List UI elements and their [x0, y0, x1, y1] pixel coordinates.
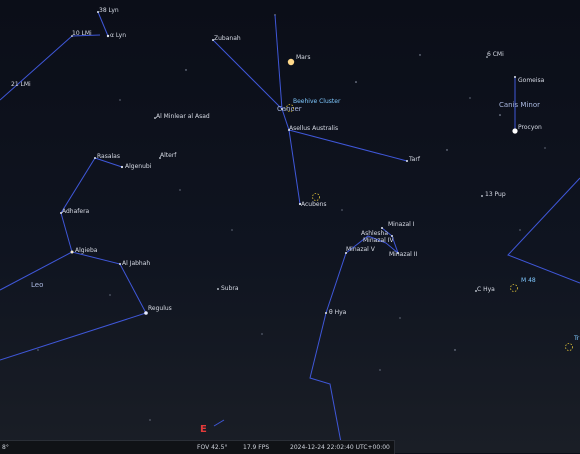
label-al-jabhah[interactable]: Al Jabhah	[122, 261, 150, 267]
procyon-star	[512, 128, 518, 134]
label-regulus[interactable]: Regulus	[148, 306, 172, 312]
label-minazal-v[interactable]: Minazal V	[346, 247, 375, 253]
status-datetime: 2024-12-24 22:02:40 UTC+00:00	[290, 444, 390, 451]
status-fov: FOV 42.5°	[197, 444, 228, 451]
label-algieba[interactable]: Algieba	[75, 248, 97, 254]
leo-lines	[0, 157, 147, 361]
label-alterf[interactable]: Alterf	[160, 153, 176, 159]
label-subra[interactable]: Subra	[221, 286, 239, 292]
cancer-lines-3	[288, 129, 408, 162]
m48-marker	[510, 284, 518, 292]
hydra-lines	[309, 227, 400, 453]
label-13-pup[interactable]: 13 Pup	[485, 192, 506, 198]
label-minazal-ii[interactable]: Minazal II	[389, 252, 417, 258]
label-leo[interactable]: Leo	[31, 282, 43, 289]
label-m48[interactable]: M 48	[521, 278, 536, 284]
cancer-lines	[212, 39, 301, 205]
label-minazal-i[interactable]: Minazal I	[388, 222, 415, 228]
label-10-lmi[interactable]: 10 LMi	[72, 31, 92, 37]
puppis-lines	[507, 177, 580, 284]
label-mars[interactable]: Mars	[296, 55, 310, 61]
label-rasalas[interactable]: Rasalas	[97, 154, 120, 160]
label-6-cmi[interactable]: 6 CMi	[487, 52, 504, 58]
label-asellus-australis[interactable]: Asellus Australis	[289, 126, 338, 132]
background-stars	[37, 14, 546, 421]
label-procyon[interactable]: Procyon	[518, 125, 542, 131]
constellation-lines	[0, 11, 580, 453]
label-algenubi[interactable]: Algenubi	[125, 164, 151, 170]
label-tr[interactable]: Tr	[574, 336, 579, 342]
status-left-value: 8°	[2, 444, 9, 451]
lynx-lines	[97, 11, 109, 37]
acubens-cluster-marker	[312, 193, 320, 201]
label-minazal-iv[interactable]: Minazal IV	[363, 238, 394, 244]
label-tarf[interactable]: Tarf	[409, 157, 420, 163]
status-bar: 8° FOV 42.5° 17.9 FPS 2024-12-24 22:02:4…	[0, 440, 395, 454]
compass-east-marker: E	[200, 424, 207, 435]
label-zubanah[interactable]: Zubanah	[214, 36, 241, 42]
label-cancer[interactable]: Cancer	[277, 106, 302, 113]
horizon-fragment	[213, 419, 225, 427]
label-theta-hya[interactable]: θ Hya	[329, 310, 346, 316]
label-adhafera[interactable]: Adhafera	[62, 209, 89, 215]
tr-cluster-marker	[565, 343, 573, 351]
label-alpha-lyn[interactable]: α Lyn	[110, 33, 126, 39]
label-gomeisa[interactable]: Gomeisa	[518, 78, 544, 84]
leo-minor-lines	[0, 34, 101, 101]
label-al-minlear-al-asad[interactable]: Al Minlear al Asad	[156, 114, 210, 120]
label-canis-minor[interactable]: Canis Minor	[499, 102, 540, 109]
mars-planet	[287, 58, 295, 66]
sky-view[interactable]	[0, 0, 580, 453]
cancer-lines-2	[274, 14, 283, 110]
label-38-lyn[interactable]: 38 Lyn	[99, 8, 119, 14]
label-21-lmi[interactable]: 21 LMi	[11, 82, 31, 88]
label-c-hya[interactable]: C Hya	[477, 287, 495, 293]
label-acubens[interactable]: Acubens	[301, 202, 327, 208]
status-fps: 17.9 FPS	[243, 444, 270, 451]
